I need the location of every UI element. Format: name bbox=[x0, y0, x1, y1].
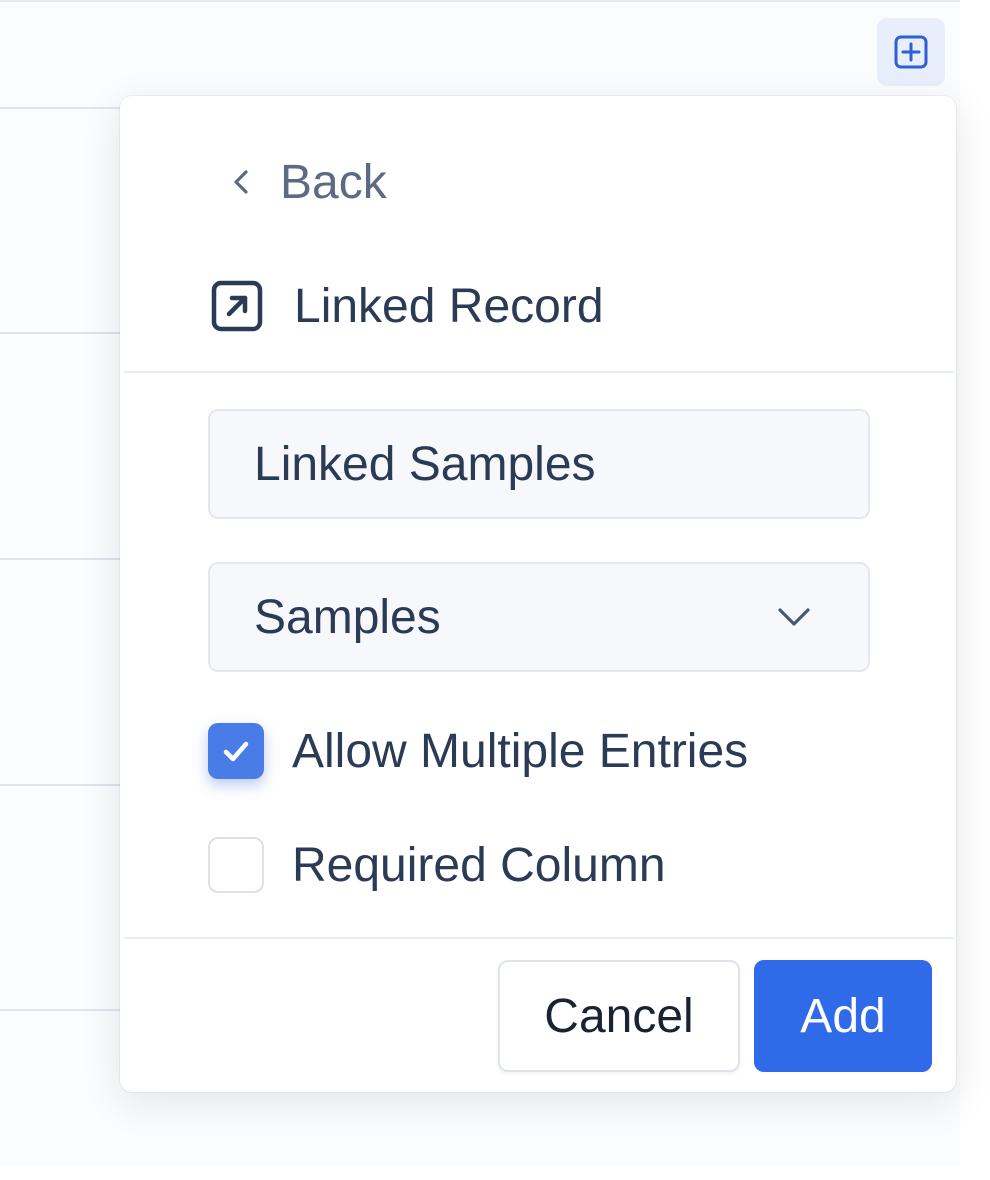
column-name-value: Linked Samples bbox=[254, 437, 596, 491]
table-row-divider bbox=[0, 558, 120, 560]
plus-square-icon bbox=[894, 35, 928, 69]
add-button[interactable]: Add bbox=[754, 960, 932, 1072]
required-column-checkbox-row[interactable]: Required Column bbox=[208, 837, 666, 893]
required-column-label: Required Column bbox=[292, 838, 666, 892]
back-label: Back bbox=[280, 155, 387, 209]
add-column-popover: Back Linked Record Linked Samples Sample… bbox=[120, 96, 956, 1092]
divider bbox=[124, 937, 954, 939]
divider bbox=[124, 371, 954, 373]
add-column-button[interactable] bbox=[877, 18, 945, 86]
table-row-divider bbox=[0, 332, 120, 334]
background-strip bbox=[960, 0, 990, 1165]
arrow-up-right-square-icon bbox=[211, 280, 263, 332]
check-icon bbox=[223, 741, 249, 762]
table-row-divider bbox=[0, 1009, 120, 1011]
allow-multiple-checkbox-row[interactable]: Allow Multiple Entries bbox=[208, 723, 748, 779]
table-row-divider bbox=[0, 784, 120, 786]
column-type-label: Linked Record bbox=[294, 279, 604, 333]
column-type-header: Linked Record bbox=[210, 274, 604, 338]
allow-multiple-checkbox[interactable] bbox=[208, 723, 264, 779]
linked-table-value: Samples bbox=[254, 590, 441, 644]
cancel-button[interactable]: Cancel bbox=[498, 960, 740, 1072]
chevron-left-icon bbox=[234, 170, 248, 194]
back-button[interactable]: Back bbox=[226, 152, 387, 212]
required-column-checkbox[interactable] bbox=[208, 837, 264, 893]
chevron-down-icon bbox=[778, 608, 810, 626]
column-name-input[interactable]: Linked Samples bbox=[208, 409, 870, 519]
allow-multiple-label: Allow Multiple Entries bbox=[292, 724, 749, 778]
app-canvas: Back Linked Record Linked Samples Sample… bbox=[0, 0, 990, 1180]
linked-table-select[interactable]: Samples bbox=[208, 562, 870, 672]
table-row-divider bbox=[0, 107, 120, 109]
